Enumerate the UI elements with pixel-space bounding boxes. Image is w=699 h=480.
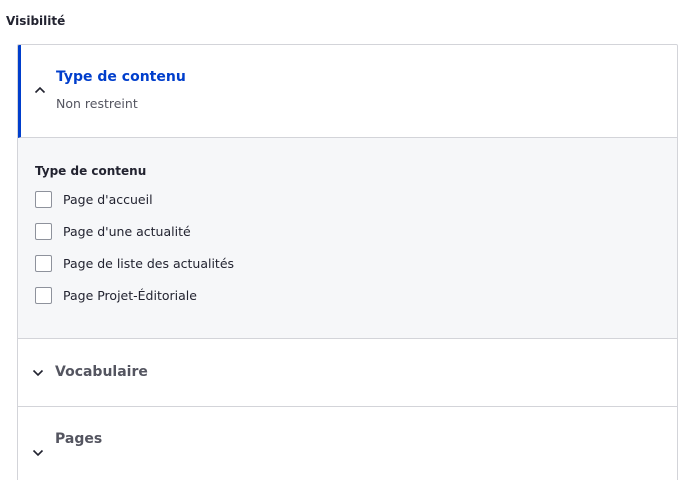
chevron-up-icon <box>34 84 46 96</box>
option-page-liste-actualites[interactable]: Page de liste des actualités <box>35 254 234 272</box>
tab-content-type[interactable]: Type de contenu Non restreint <box>18 45 677 138</box>
checkbox-label: Page d'une actualité <box>63 223 191 239</box>
tab-content-type-title: Type de contenu <box>56 69 186 85</box>
option-page-actualite[interactable]: Page d'une actualité <box>35 222 191 240</box>
checkbox-label: Page d'accueil <box>63 191 153 207</box>
tab-pages[interactable]: Pages <box>18 407 677 475</box>
checkbox[interactable] <box>35 286 52 304</box>
tab-pages-title: Pages <box>55 431 103 447</box>
visibility-section-title: Visibilité <box>6 14 66 28</box>
checkbox[interactable] <box>35 254 52 272</box>
tab-vocabulary-title: Vocabulaire <box>55 364 148 380</box>
checkbox[interactable] <box>35 190 52 208</box>
content-type-pane: Type de contenu Page d'accueil Page d'un… <box>18 138 677 339</box>
option-page-projet-editoriale[interactable]: Page Projet-Éditoriale <box>35 286 197 304</box>
visibility-vertical-tabs: Type de contenu Non restreint Type de co… <box>17 44 678 480</box>
chevron-down-icon <box>32 447 44 459</box>
checkbox-label: Page de liste des actualités <box>63 255 235 271</box>
checkbox-label: Page Projet-Éditoriale <box>63 287 197 303</box>
chevron-down-icon <box>32 367 44 379</box>
tab-content-type-summary: Non restreint <box>56 96 138 111</box>
option-page-accueil[interactable]: Page d'accueil <box>35 190 153 208</box>
tab-vocabulary[interactable]: Vocabulaire <box>18 339 677 407</box>
checkbox[interactable] <box>35 222 52 240</box>
content-type-fieldset-label: Type de contenu <box>35 164 147 178</box>
